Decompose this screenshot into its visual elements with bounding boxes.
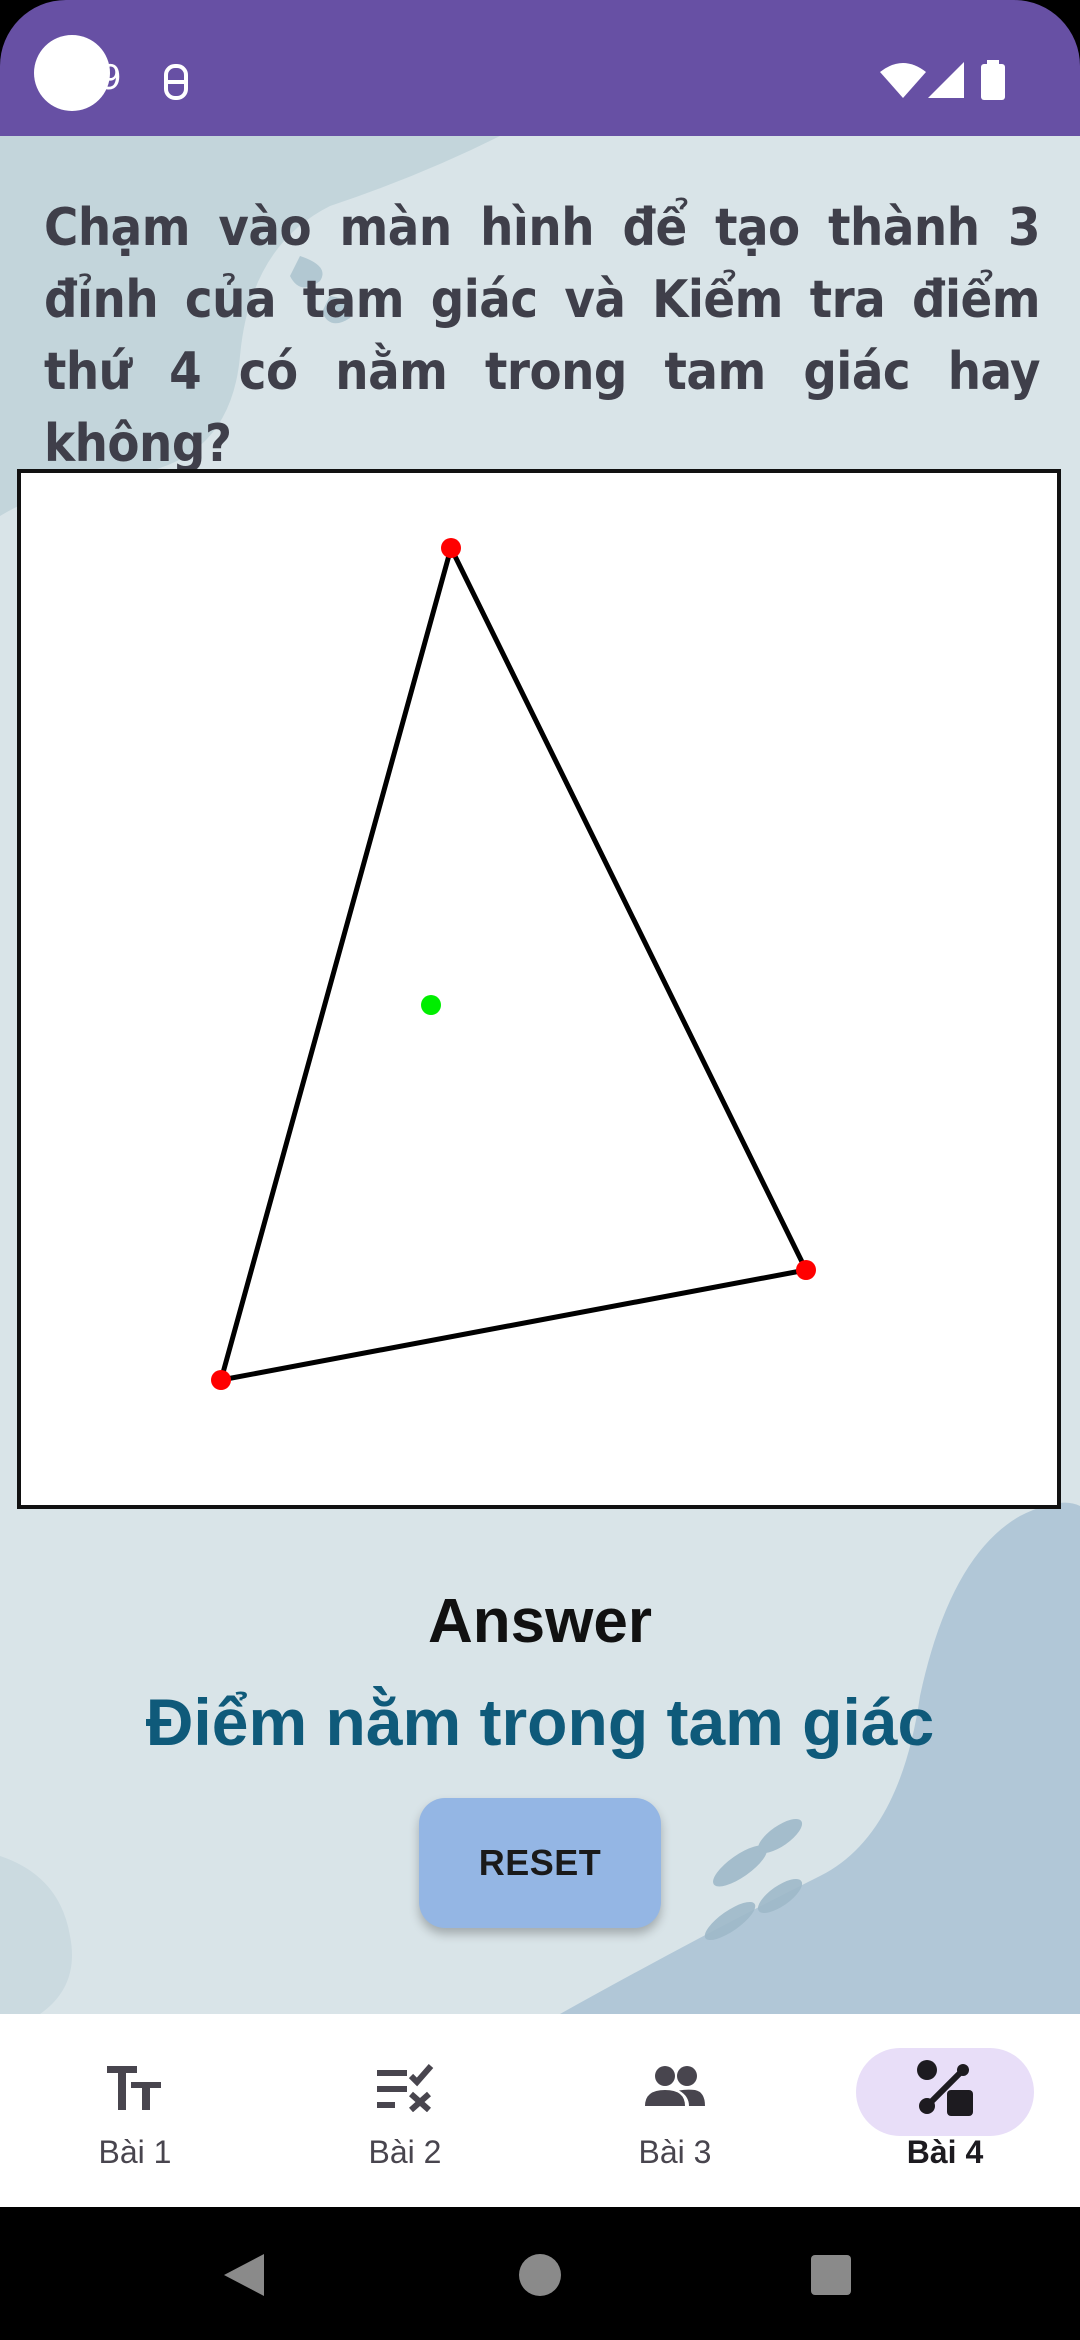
status-time: 9 (100, 58, 122, 98)
triangle-vertex-a (441, 538, 461, 558)
phone-screen: 9 Chạm vào màn hình để tạo thành 3 đỉnh … (0, 0, 1080, 2340)
system-navigation-bar (0, 2207, 1080, 2340)
camera-cutout (34, 35, 110, 111)
answer-result: Điểm nằm trong tam giác (145, 1685, 935, 1759)
instruction-text: Chạm vào màn hình để tạo thành 3 đỉnh củ… (44, 198, 1041, 474)
drawing-canvas[interactable] (17, 469, 1061, 1509)
nav-label: Bài 4 (906, 2134, 984, 2170)
nav-label: Bài 1 (98, 2134, 172, 2170)
notification-icon (160, 62, 192, 106)
triangle-edges (218, 545, 809, 1383)
triangle-vertex-c (211, 1370, 231, 1390)
nav-item-bai-3[interactable]: Bài 3 (540, 2014, 810, 2207)
reset-button[interactable]: RESET (419, 1798, 661, 1928)
nav-item-bai-2[interactable]: Bài 2 (270, 2014, 540, 2207)
nav-label: Bài 2 (368, 2134, 442, 2170)
signal-icon (928, 62, 964, 102)
checklist-icon (270, 2062, 540, 2116)
back-icon[interactable] (224, 2254, 264, 2296)
answer-title: Answer (428, 1587, 652, 1656)
battery-icon (980, 60, 1006, 104)
home-icon[interactable] (519, 2254, 561, 2296)
status-bar: 9 (0, 0, 1080, 136)
test-point (421, 995, 441, 1015)
nav-item-bai-1[interactable]: Bài 1 (0, 2014, 270, 2207)
triangle-vertex-b (796, 1260, 816, 1280)
main-content: Chạm vào màn hình để tạo thành 3 đỉnh củ… (0, 136, 1080, 2014)
bottom-navigation: Bài 1 Bài 2 Bài 3 Bài 4 (0, 2014, 1080, 2207)
recents-icon[interactable] (811, 2255, 851, 2295)
nav-label: Bài 3 (638, 2134, 712, 2170)
text-fields-icon (0, 2062, 270, 2116)
geometry-icon (810, 2060, 1080, 2124)
people-icon (540, 2062, 810, 2116)
wifi-icon (880, 62, 926, 102)
nav-item-bai-4[interactable]: Bài 4 (810, 2014, 1080, 2207)
